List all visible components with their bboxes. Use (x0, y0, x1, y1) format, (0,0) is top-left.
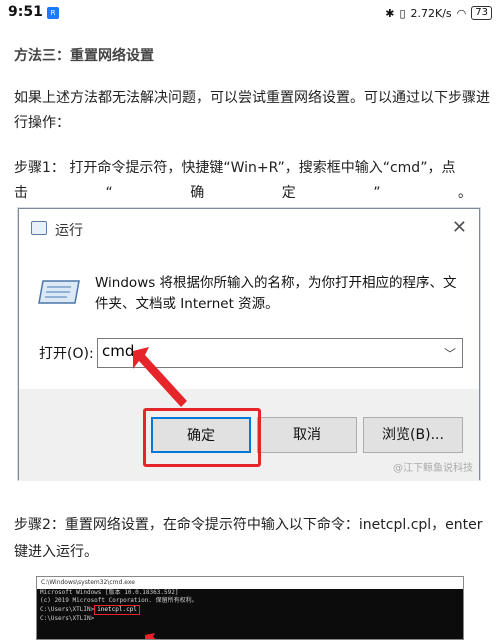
cmd-command-highlight: inetcpl.cpl (94, 605, 140, 615)
network-speed: 2.72K/s (410, 6, 452, 20)
cmd-window-screenshot: C:\Windows\system32\cmd.exe Microsoft Wi… (36, 576, 464, 640)
step1-char: “ (105, 185, 113, 201)
cmd-titlebar: C:\Windows\system32\cmd.exe (37, 577, 463, 589)
battery-icon: 73 (471, 6, 492, 20)
red-arrow-icon (133, 347, 187, 407)
dialog-title: 运行 (55, 223, 83, 239)
close-icon[interactable]: ✕ (452, 217, 467, 238)
wifi-icon: ◠ (456, 6, 467, 20)
step1-char: 确 (190, 185, 205, 201)
status-time: 9:51 (8, 4, 43, 20)
notification-badge-icon: R (47, 7, 59, 19)
cancel-button[interactable]: 取消 (257, 417, 357, 453)
bluetooth-icon: ✱ (385, 6, 395, 20)
step1-paragraph: 步骤1： 打开命令提示符，快捷键“Win+R”，搜索框中输入“cmd”，点 击 … (14, 156, 492, 206)
cmd-line: (c) 2019 Microsoft Corporation. 保留所有权利。 (40, 597, 198, 604)
status-icons: ✱ ▯ 2.72K/s ◠ 73 (385, 5, 492, 21)
step2-paragraph: 步骤2：重置网络设置，在命令提示符中输入以下命令：inetcpl.cpl，ent… (14, 517, 483, 560)
dialog-description: Windows 将根据你所输入的名称，为你打开相应的程序、文件夹、文档或 Int… (95, 275, 457, 312)
intro-paragraph: 如果上述方法都无法解决问题，可以尝试重置网络设置。可以通过以下步骤进行操作： (14, 90, 490, 131)
cmd-line: Microsoft Windows [版本 10.0.18363.592] (40, 589, 179, 596)
cmd-line: C:\Users\XTLIN> (40, 615, 95, 622)
run-window-icon (31, 221, 47, 235)
vibrate-icon: ▯ (399, 6, 406, 20)
red-arrow-icon (145, 633, 156, 639)
watermark: @江下鲸鱼说科技 (393, 463, 473, 474)
open-label: 打开(O): (39, 346, 94, 362)
method-heading: 方法三：重置网络设置 (14, 48, 154, 64)
browse-button[interactable]: 浏览(B)... (363, 417, 463, 453)
step1-char: 击 (14, 185, 28, 201)
run-program-icon (38, 280, 80, 304)
step1-char: 。 (457, 185, 472, 201)
cmd-prompt-line: C:\Users\XTLIN> inetcpl.cpl (37, 605, 463, 615)
dialog-titlebar: 运行 ✕ (19, 209, 479, 249)
step1-char: ” (373, 185, 381, 201)
chevron-down-icon[interactable]: ﹀ (444, 345, 456, 362)
step1-line2: 击 “ 确 定 ” 。 (14, 181, 472, 206)
step1-line1: 步骤1： 打开命令提示符，快捷键“Win+R”，搜索框中输入“cmd”，点 (14, 160, 456, 176)
status-bar: 9:51 R ✱ ▯ 2.72K/s ◠ 73 (0, 0, 500, 26)
cmd-prompt: C:\Users\XTLIN> (40, 606, 95, 613)
run-dialog-screenshot: 运行 ✕ Windows 将根据你所输入的名称，为你打开相应的程序、文件夹、文档… (18, 208, 480, 481)
step1-char: 定 (281, 185, 296, 201)
ok-highlight-box (143, 408, 261, 467)
